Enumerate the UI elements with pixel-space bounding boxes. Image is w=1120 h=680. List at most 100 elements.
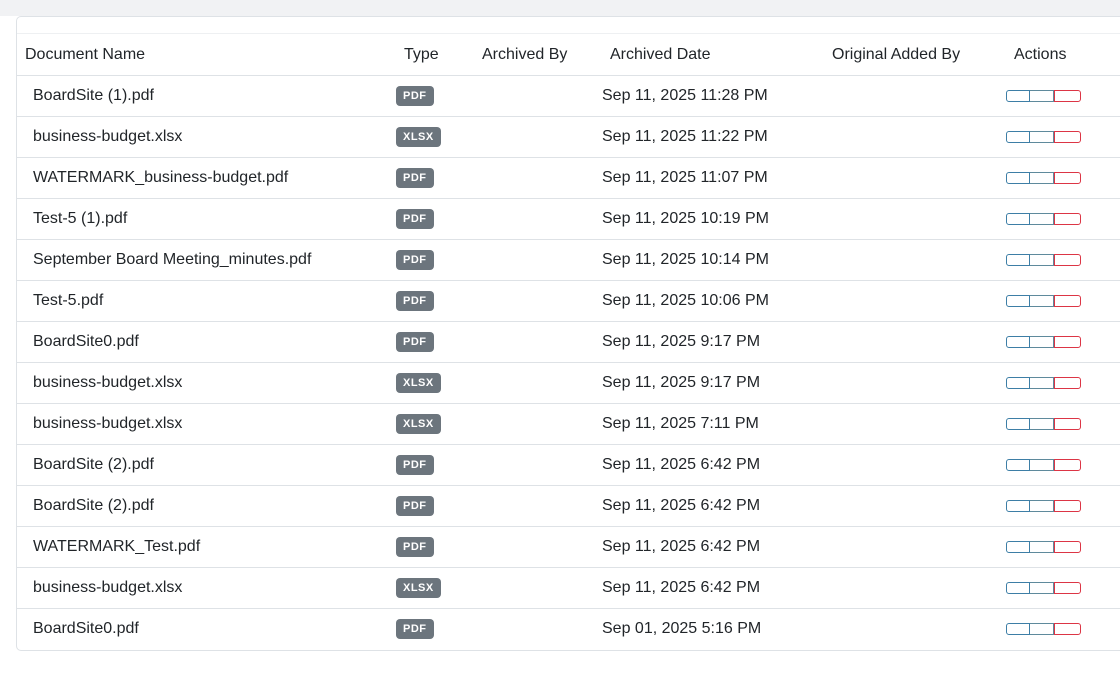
delete-button[interactable]: [1054, 376, 1081, 389]
restore-button[interactable]: [1030, 253, 1054, 266]
original-added-by: [824, 157, 1006, 199]
restore-button[interactable]: [1030, 581, 1054, 594]
archived-documents-table: Document Name Type Archived By Archived …: [17, 34, 1120, 649]
document-name[interactable]: Test-5 (1).pdf: [17, 198, 396, 240]
file-type-badge: PDF: [396, 332, 434, 352]
document-name[interactable]: BoardSite (1).pdf: [17, 75, 396, 117]
original-added-by: [824, 198, 1006, 240]
row-actions: [1006, 622, 1081, 635]
file-type-badge: PDF: [396, 455, 434, 475]
view-button[interactable]: [1006, 294, 1030, 307]
original-added-by: [824, 609, 1006, 650]
document-name[interactable]: September Board Meeting_minutes.pdf: [17, 239, 396, 281]
restore-button[interactable]: [1030, 458, 1054, 471]
delete-button[interactable]: [1054, 294, 1081, 307]
document-name[interactable]: BoardSite0.pdf: [17, 321, 396, 363]
restore-button[interactable]: [1030, 540, 1054, 553]
actions-cell: [1006, 157, 1120, 199]
delete-button[interactable]: [1054, 130, 1081, 143]
row-actions: [1006, 499, 1081, 512]
document-name[interactable]: business-budget.xlsx: [17, 403, 396, 445]
restore-button[interactable]: [1030, 499, 1054, 512]
file-type-badge: PDF: [396, 291, 434, 311]
delete-button[interactable]: [1054, 335, 1081, 348]
delete-button[interactable]: [1054, 417, 1081, 430]
original-added-by: [824, 75, 1006, 117]
view-button[interactable]: [1006, 212, 1030, 225]
view-button[interactable]: [1006, 376, 1030, 389]
document-name[interactable]: business-budget.xlsx: [17, 567, 396, 609]
restore-button[interactable]: [1030, 335, 1054, 348]
archived-by: [474, 239, 602, 281]
archived-by: [474, 567, 602, 609]
actions-cell: [1006, 567, 1120, 609]
row-actions: [1006, 294, 1081, 307]
actions-cell: [1006, 609, 1120, 650]
restore-button[interactable]: [1030, 171, 1054, 184]
delete-button[interactable]: [1054, 253, 1081, 266]
original-added-by: [824, 116, 1006, 158]
row-actions: [1006, 171, 1081, 184]
column-header-document-name[interactable]: Document Name: [17, 34, 396, 76]
column-header-original-added-by[interactable]: Original Added By: [824, 34, 1006, 76]
document-name[interactable]: Test-5.pdf: [17, 280, 396, 322]
file-type-badge: XLSX: [396, 127, 441, 147]
table-row: business-budget.xlsx XLSX Sep 11, 2025 1…: [17, 116, 1120, 158]
view-button[interactable]: [1006, 499, 1030, 512]
column-header-type[interactable]: Type: [396, 34, 474, 76]
document-name[interactable]: BoardSite (2).pdf: [17, 485, 396, 527]
page-top-bar: [0, 0, 1120, 16]
original-added-by: [824, 485, 1006, 527]
delete-button[interactable]: [1054, 581, 1081, 594]
actions-cell: [1006, 116, 1120, 158]
view-button[interactable]: [1006, 622, 1030, 635]
view-button[interactable]: [1006, 417, 1030, 430]
column-header-archived-date[interactable]: Archived Date: [602, 34, 824, 76]
table-row: business-budget.xlsx XLSX Sep 11, 2025 7…: [17, 403, 1120, 445]
restore-button[interactable]: [1030, 212, 1054, 225]
archived-date: Sep 11, 2025 11:22 PM: [602, 116, 824, 158]
document-name[interactable]: WATERMARK_business-budget.pdf: [17, 157, 396, 199]
actions-cell: [1006, 526, 1120, 568]
delete-button[interactable]: [1054, 499, 1081, 512]
view-button[interactable]: [1006, 335, 1030, 348]
table-row: business-budget.xlsx XLSX Sep 11, 2025 9…: [17, 362, 1120, 404]
view-button[interactable]: [1006, 253, 1030, 266]
delete-button[interactable]: [1054, 540, 1081, 553]
original-added-by: [824, 321, 1006, 363]
restore-button[interactable]: [1030, 294, 1054, 307]
view-button[interactable]: [1006, 171, 1030, 184]
delete-button[interactable]: [1054, 212, 1081, 225]
delete-button[interactable]: [1054, 171, 1081, 184]
document-name[interactable]: BoardSite (2).pdf: [17, 444, 396, 486]
view-button[interactable]: [1006, 581, 1030, 594]
type-cell: PDF: [396, 321, 474, 363]
row-actions: [1006, 253, 1081, 266]
table-row: Test-5.pdf PDF Sep 11, 2025 10:06 PM: [17, 280, 1120, 322]
view-button[interactable]: [1006, 130, 1030, 143]
original-added-by: [824, 567, 1006, 609]
actions-cell: [1006, 444, 1120, 486]
view-button[interactable]: [1006, 540, 1030, 553]
original-added-by: [824, 280, 1006, 322]
restore-button[interactable]: [1030, 89, 1054, 102]
column-header-archived-by[interactable]: Archived By: [474, 34, 602, 76]
document-name[interactable]: WATERMARK_Test.pdf: [17, 526, 396, 568]
restore-button[interactable]: [1030, 130, 1054, 143]
delete-button[interactable]: [1054, 622, 1081, 635]
document-name[interactable]: business-budget.xlsx: [17, 362, 396, 404]
view-button[interactable]: [1006, 89, 1030, 102]
view-button[interactable]: [1006, 458, 1030, 471]
delete-button[interactable]: [1054, 89, 1081, 102]
actions-cell: [1006, 403, 1120, 445]
document-name[interactable]: business-budget.xlsx: [17, 116, 396, 158]
type-cell: XLSX: [396, 403, 474, 445]
restore-button[interactable]: [1030, 417, 1054, 430]
table-row: BoardSite (2).pdf PDF Sep 11, 2025 6:42 …: [17, 485, 1120, 527]
delete-button[interactable]: [1054, 458, 1081, 471]
restore-button[interactable]: [1030, 622, 1054, 635]
type-cell: PDF: [396, 239, 474, 281]
document-name[interactable]: BoardSite0.pdf: [17, 609, 396, 650]
restore-button[interactable]: [1030, 376, 1054, 389]
archived-by: [474, 526, 602, 568]
